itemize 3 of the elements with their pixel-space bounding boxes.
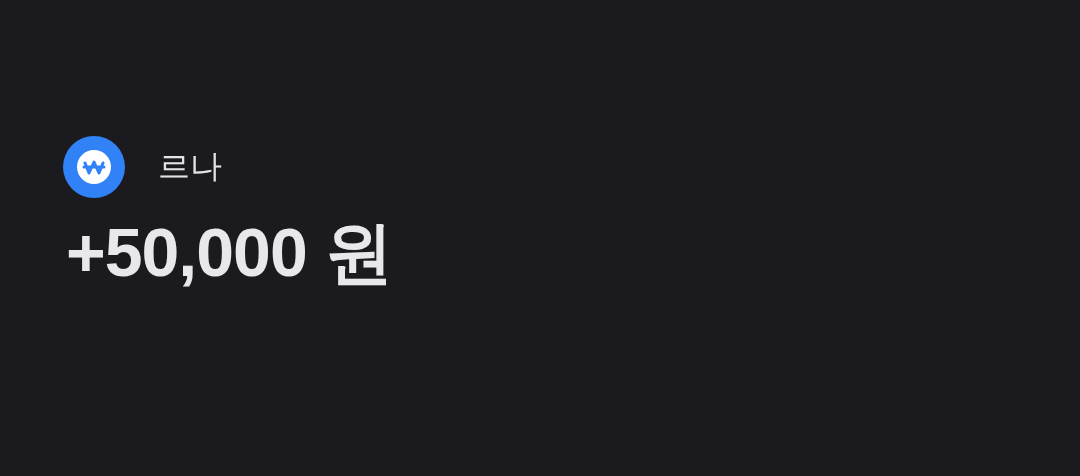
amount-text: +50,000 원	[66, 213, 393, 292]
sender-name: 르나	[158, 146, 222, 187]
won-coin-icon	[63, 136, 125, 198]
